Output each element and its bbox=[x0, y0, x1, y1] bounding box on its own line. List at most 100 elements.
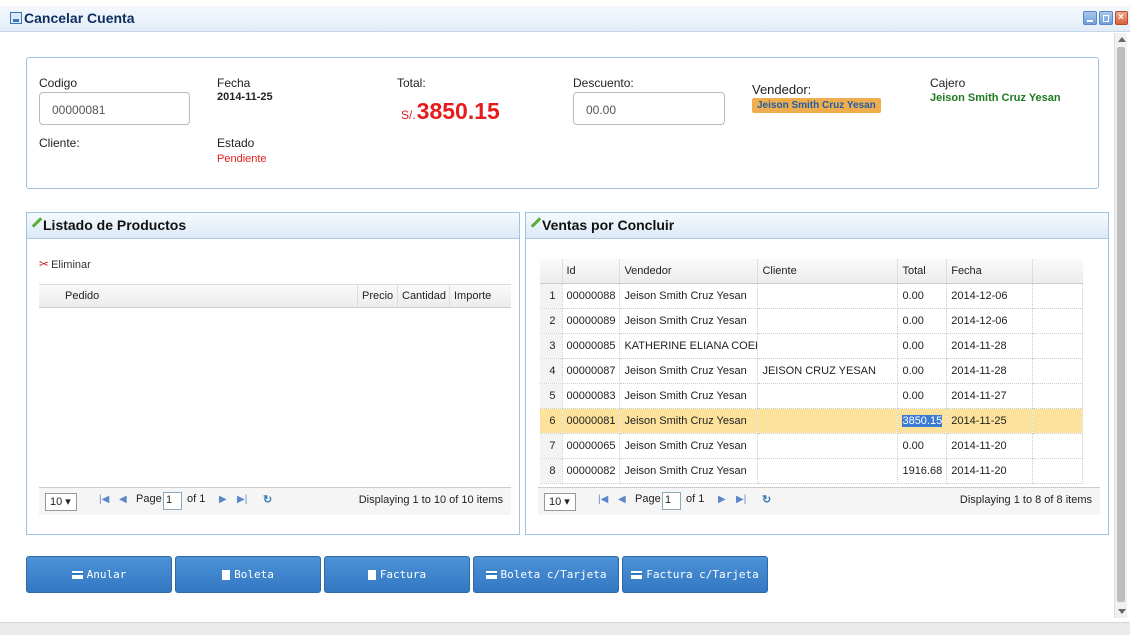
close-button[interactable]: × bbox=[1115, 11, 1128, 25]
col-fecha[interactable]: Fecha bbox=[946, 259, 1034, 284]
cell-cliente-text: JEISON CRUZ YESAN bbox=[762, 364, 876, 377]
cell-total-text: 1916.68 bbox=[902, 464, 943, 477]
col-id[interactable]: Id bbox=[562, 259, 621, 284]
ventas-panel: Ventas por Concluir Id Vendedor Cliente … bbox=[525, 212, 1109, 535]
col-pedido[interactable]: Pedido bbox=[65, 290, 99, 302]
page-input[interactable]: 1 bbox=[662, 492, 681, 510]
maximize-button[interactable] bbox=[1099, 11, 1113, 25]
cell-total-text: 0.00 bbox=[902, 289, 924, 302]
scrollbar-thumb[interactable] bbox=[1117, 47, 1125, 602]
cell-fecha: 2014-11-20 bbox=[946, 433, 1034, 459]
ventas-table: Id Vendedor Cliente Total Fecha 1 0000008… bbox=[540, 259, 1084, 484]
scroll-down-icon[interactable] bbox=[1118, 609, 1126, 614]
row-number: 1 bbox=[540, 283, 563, 309]
sale-info-panel: Codigo 00000081 Cliente: Fecha 2014-11-2… bbox=[26, 57, 1099, 189]
factura-label: Factura bbox=[379, 568, 427, 581]
cell-total: 0.00 bbox=[897, 358, 948, 384]
title-bar[interactable]: Cancelar Cuenta × bbox=[0, 6, 1130, 32]
table-row[interactable]: 3 00000085 KATHERINE ELIANA COELL 0.00 2014-… bbox=[540, 333, 1084, 359]
cell-cliente bbox=[757, 408, 899, 434]
table-row[interactable]: 1 00000088 Jeison Smith Cruz Yesan 0.00 2014… bbox=[540, 283, 1084, 309]
anular-button[interactable]: Anular bbox=[26, 556, 172, 593]
total-label: Total: bbox=[397, 76, 426, 90]
page-of-label: of 1 bbox=[187, 493, 206, 505]
cell-id-text: 00000065 bbox=[566, 439, 616, 452]
cell-fecha-text: 2014-12-06 bbox=[951, 314, 1008, 327]
table-row[interactable]: 2 00000089 Jeison Smith Cruz Yesan 0.00 2014… bbox=[540, 308, 1084, 334]
cell-vendedor: Jeison Smith Cruz Yesan bbox=[619, 358, 759, 384]
minimize-button[interactable] bbox=[1083, 11, 1097, 25]
cell-id-text: 00000089 bbox=[566, 314, 616, 327]
vertical-scrollbar[interactable] bbox=[1114, 33, 1127, 618]
row-number: 3 bbox=[540, 333, 563, 359]
col-vendedor[interactable]: Vendedor bbox=[619, 259, 759, 284]
cell-filler bbox=[1032, 433, 1084, 459]
first-page-icon[interactable]: |◀ bbox=[99, 494, 109, 505]
cell-fecha-text: 2014-11-28 bbox=[951, 339, 1007, 352]
cell-total: 0.00 bbox=[897, 283, 948, 309]
first-page-icon[interactable]: |◀ bbox=[598, 494, 608, 505]
col-precio[interactable]: Precio bbox=[357, 285, 393, 307]
cell-total-text: 0.00 bbox=[902, 339, 924, 352]
last-page-icon[interactable]: ▶| bbox=[736, 494, 746, 505]
row-number: 5 bbox=[540, 383, 563, 409]
prev-page-icon[interactable]: ◀ bbox=[618, 494, 626, 505]
cell-vendedor: Jeison Smith Cruz Yesan bbox=[619, 308, 759, 334]
document-icon bbox=[222, 570, 231, 580]
bottom-bar bbox=[0, 622, 1130, 635]
factura-button[interactable]: Factura bbox=[324, 556, 470, 593]
cell-filler bbox=[1032, 358, 1084, 384]
row-number-text: 8 bbox=[549, 464, 556, 477]
table-row[interactable]: 6 00000081 Jeison Smith Cruz Yesan 3850.15 2… bbox=[540, 408, 1084, 434]
refresh-icon[interactable]: ↻ bbox=[263, 493, 272, 506]
row-number-text: 5 bbox=[549, 389, 556, 402]
descuento-field[interactable]: 00.00 bbox=[573, 92, 725, 125]
eliminar-button[interactable]: ✂ Eliminar bbox=[39, 257, 91, 271]
table-row[interactable]: 5 00000083 Jeison Smith Cruz Yesan 0.00 2014… bbox=[540, 383, 1084, 409]
boleta-button[interactable]: Boleta bbox=[175, 556, 321, 593]
cell-fecha-text: 2014-11-27 bbox=[951, 389, 1007, 402]
cell-filler bbox=[1032, 383, 1084, 409]
factura-tarjeta-button[interactable]: Factura c/Tarjeta bbox=[622, 556, 768, 593]
col-cantidad[interactable]: Cantidad bbox=[397, 285, 446, 307]
row-number-text: 6 bbox=[549, 414, 556, 427]
cell-vendedor: Jeison Smith Cruz Yesan bbox=[619, 458, 759, 484]
cell-id: 00000083 bbox=[562, 383, 621, 409]
scroll-up-icon[interactable] bbox=[1118, 37, 1126, 42]
boleta-tarjeta-button[interactable]: Boleta c/Tarjeta bbox=[473, 556, 619, 593]
cell-filler bbox=[1032, 333, 1084, 359]
cell-filler bbox=[1032, 458, 1084, 484]
cell-cliente: JEISON CRUZ YESAN bbox=[757, 358, 899, 384]
col-importe[interactable]: Importe bbox=[449, 285, 491, 307]
ventas-pager: 10 ▾ |◀ ◀ Page 1 of 1 ▶ ▶| ↻ Displaying … bbox=[538, 487, 1100, 515]
page-input[interactable]: 1 bbox=[163, 492, 182, 510]
cell-total-text: 0.00 bbox=[902, 314, 924, 327]
close-icon: × bbox=[1118, 12, 1124, 23]
next-page-icon[interactable]: ▶ bbox=[219, 494, 227, 505]
col-cliente[interactable]: Cliente bbox=[757, 259, 899, 284]
table-row[interactable]: 8 00000082 Jeison Smith Cruz Yesan 1916.68 2… bbox=[540, 458, 1084, 484]
table-row[interactable]: 4 00000087 Jeison Smith Cruz Yesan JEISON C… bbox=[540, 358, 1084, 384]
prev-page-icon[interactable]: ◀ bbox=[119, 494, 127, 505]
cell-fecha: 2014-12-06 bbox=[946, 283, 1034, 309]
page-size-select[interactable]: 10 ▾ bbox=[45, 493, 77, 511]
cell-id-text: 00000081 bbox=[566, 414, 616, 427]
factura-tarjeta-label: Factura c/Tarjeta bbox=[646, 568, 759, 581]
refresh-icon[interactable]: ↻ bbox=[762, 493, 771, 506]
anular-label: Anular bbox=[86, 568, 127, 581]
cell-total: 0.00 bbox=[897, 333, 948, 359]
last-page-icon[interactable]: ▶| bbox=[237, 494, 247, 505]
table-row[interactable]: 7 00000065 Jeison Smith Cruz Yesan 0.00 2014… bbox=[540, 433, 1084, 459]
next-page-icon[interactable]: ▶ bbox=[718, 494, 726, 505]
row-number-text: 1 bbox=[549, 289, 556, 302]
cell-vendedor-text: Jeison Smith Cruz Yesan bbox=[624, 464, 747, 477]
scissors-icon: ✂ bbox=[39, 257, 50, 271]
fecha-value: 2014-11-25 bbox=[217, 91, 273, 103]
page-size-select[interactable]: 10 ▾ bbox=[544, 493, 576, 511]
codigo-field[interactable]: 00000081 bbox=[39, 92, 190, 125]
col-total[interactable]: Total bbox=[897, 259, 948, 284]
cell-total: 1916.68 bbox=[897, 458, 948, 484]
ventas-body: 1 00000088 Jeison Smith Cruz Yesan 0.00 2014… bbox=[540, 283, 1084, 484]
cell-total: 3850.15 bbox=[897, 408, 948, 434]
row-number-text: 4 bbox=[549, 364, 556, 377]
